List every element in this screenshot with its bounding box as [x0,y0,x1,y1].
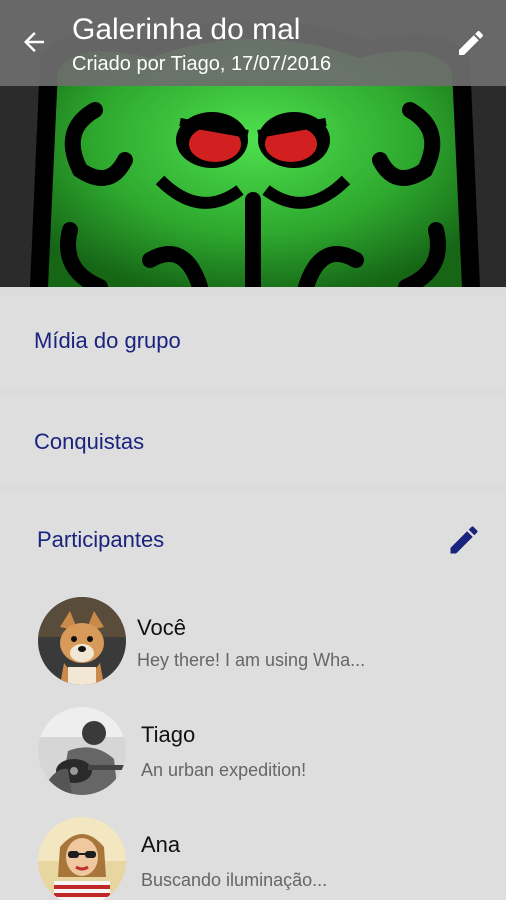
back-button[interactable] [14,22,54,62]
pencil-icon [459,30,484,55]
guitar-player-avatar-image [38,707,126,795]
avatar [38,597,126,685]
group-media-label: Mídia do grupo [34,328,181,353]
participant-status: An urban expedition! [141,760,307,780]
achievements-row[interactable]: Conquistas [0,396,506,486]
avatar [38,817,126,900]
participant-row[interactable]: Tiago An urban expedition! [0,704,506,804]
edit-group-button[interactable] [450,22,492,64]
app-bar: Galerinha do mal Criado por Tiago, 17/07… [0,0,506,86]
participant-status: Hey there! I am using Wha... [137,650,366,670]
participant-name: Você [137,615,186,640]
participant-row[interactable]: Ana Buscando iluminação... [0,814,506,900]
woman-sunglasses-avatar-image [38,817,126,900]
edit-participants-button[interactable] [444,520,484,560]
participant-name: Ana [141,832,181,857]
dog-avatar-image [38,597,126,685]
participant-row[interactable]: Você Hey there! I am using Wha... [0,594,506,694]
participants-label: Participantes [37,527,165,552]
group-title: Galerinha do mal [72,13,301,46]
avatar [38,707,126,795]
participant-status: Buscando iluminação... [141,870,328,890]
pencil-icon [450,526,478,554]
participants-section: Participantes Você Hey there! I am using… [0,494,506,900]
group-media-row[interactable]: Mídia do grupo [0,296,506,386]
arrow-left-icon [24,32,44,52]
achievements-label: Conquistas [34,429,145,454]
group-subtitle: Criado por Tiago, 17/07/2016 [72,53,332,75]
participant-name: Tiago [141,722,196,747]
